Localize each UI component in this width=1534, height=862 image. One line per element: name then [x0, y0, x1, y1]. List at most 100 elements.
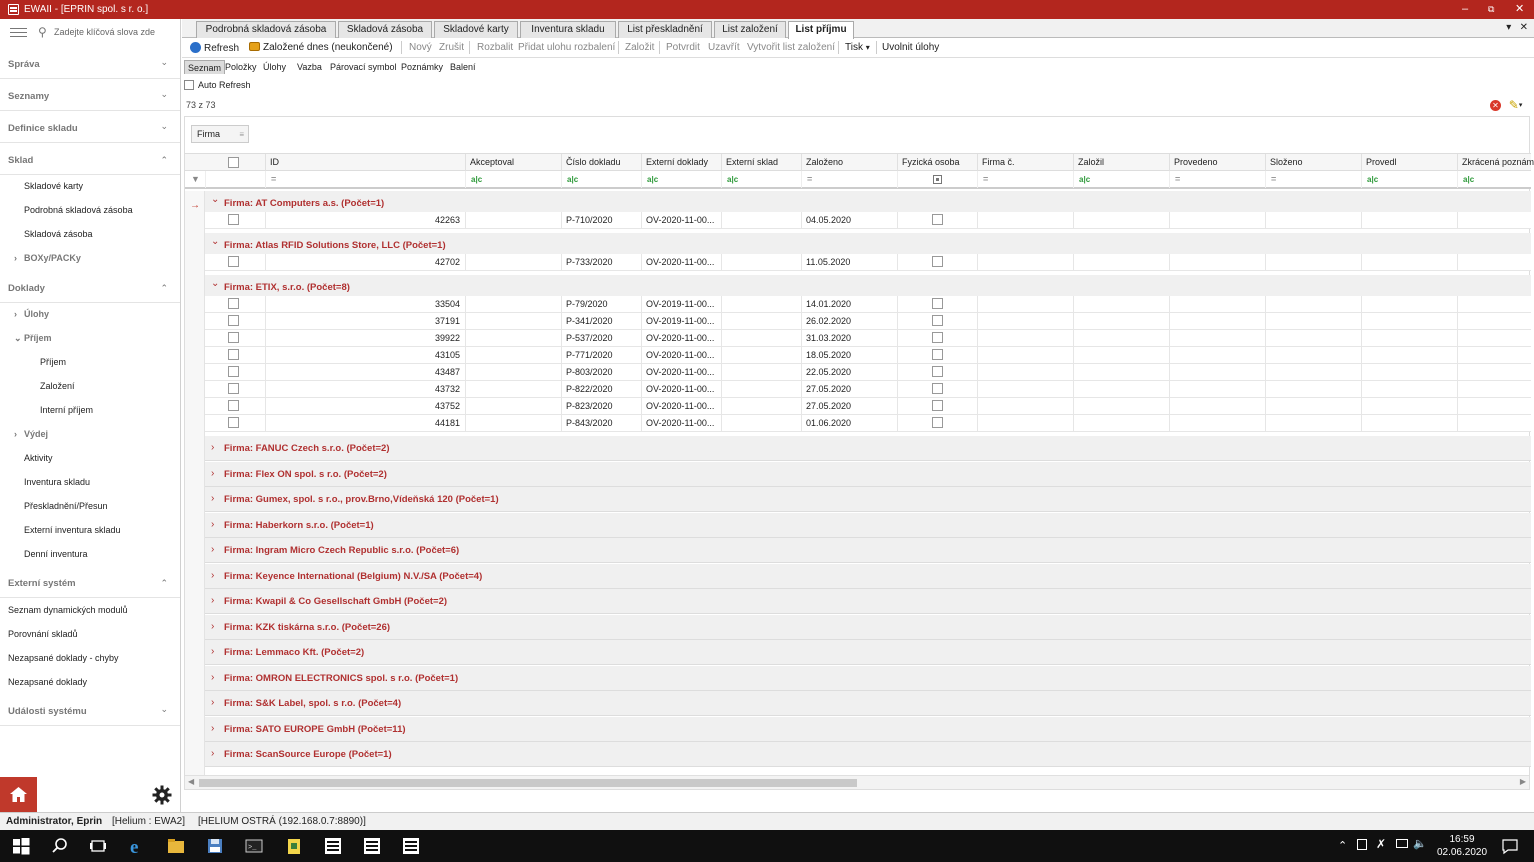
windows-start-icon[interactable]: [11, 836, 31, 856]
table-row[interactable]: 39922 P-537/2020 OV-2020-11-00... 31.03.202…: [205, 330, 1531, 347]
tab-list-prijmu[interactable]: List příjmu: [788, 21, 854, 39]
tab-podrobna-skladova-zasoba[interactable]: Podrobná skladová zásoba: [196, 21, 336, 38]
zalozit-button[interactable]: Založit: [625, 42, 654, 53]
expand-chevron-icon[interactable]: ›: [211, 570, 214, 581]
collapse-chevron-icon[interactable]: ⌄: [211, 278, 219, 289]
subtab-seznam[interactable]: Seznam: [184, 60, 226, 74]
column-header[interactable]: Externí doklady: [641, 154, 721, 171]
ewa-app-icon[interactable]: [401, 836, 421, 856]
restore-icon[interactable]: ⧉: [1488, 3, 1494, 15]
vytvorit-list-button[interactable]: Vytvořit list založení: [747, 42, 835, 53]
sidebar-item-nezapsane-doklady[interactable]: Nezapsané doklady: [8, 677, 87, 687]
sidebar-item-aktivity[interactable]: Aktivity: [24, 453, 53, 463]
table-row[interactable]: 33504 P-79/2020 OV-2019-11-00... 14.01.2020: [205, 296, 1531, 313]
refresh-button[interactable]: Refresh: [190, 42, 239, 54]
minimize-icon[interactable]: –: [1462, 3, 1468, 15]
table-row[interactable]: 42263 P-710/2020 OV-2020-11-00... 04.05.202…: [205, 212, 1531, 229]
sidebar-item-porovnani-skladu[interactable]: Porovnání skladů: [8, 629, 78, 639]
notes-app-icon[interactable]: [284, 836, 304, 856]
sidebar-item-prijem[interactable]: Příjem: [40, 357, 66, 367]
tray-network-error-icon[interactable]: ✗: [1376, 837, 1386, 851]
file-explorer-icon[interactable]: [166, 836, 186, 856]
group-row[interactable]: › Firma: Kwapil & Co Gesellschaft GmbH (P…: [205, 589, 1531, 614]
expand-chevron-icon[interactable]: ›: [211, 646, 214, 657]
subtab-vazba[interactable]: Vazba: [294, 60, 325, 74]
section-udalosti-systemu[interactable]: Události systému ⌄: [0, 694, 180, 726]
section-doklady[interactable]: Doklady ⌃: [0, 271, 180, 303]
row-select-checkbox[interactable]: [228, 315, 239, 326]
row-select-checkbox[interactable]: [228, 400, 239, 411]
expand-chevron-icon[interactable]: ›: [211, 697, 214, 708]
save-disk-icon[interactable]: [205, 836, 225, 856]
group-row[interactable]: › Firma: Haberkorn s.r.o. (Počet=1): [205, 512, 1531, 538]
expand-chevron-icon[interactable]: ›: [211, 672, 214, 683]
column-filter-cell[interactable]: =: [1169, 171, 1265, 188]
column-filter-cell[interactable]: a|c: [1361, 171, 1457, 188]
sidebar-item-inventura-skladu[interactable]: Inventura skladu: [24, 477, 90, 487]
sidebar-item-skladova-zasoba[interactable]: Skladová zásoba: [24, 229, 93, 239]
tab-list-dropdown-icon[interactable]: ▾: [1506, 22, 1511, 33]
table-row[interactable]: 44181 P-843/2020 OV-2020-11-00... 01.06.202…: [205, 415, 1531, 432]
gear-icon[interactable]: [152, 785, 172, 805]
fyzicka-osoba-checkbox[interactable]: [932, 417, 943, 428]
sidebar-item-externi-inventura[interactable]: Externí inventura skladu: [24, 525, 121, 535]
group-row[interactable]: › Firma: Flex ON spol. s r.o. (Počet=2): [205, 461, 1531, 487]
group-row[interactable]: › Firma: Keyence International (Belgium) …: [205, 563, 1531, 589]
row-select-checkbox[interactable]: [228, 298, 239, 309]
sidebar-item-ulohy[interactable]: › Úlohy: [14, 309, 49, 319]
group-row[interactable]: › Firma: KZK tiskárna s.r.o. (Počet=26): [205, 614, 1531, 640]
section-definice-skladu[interactable]: Definice skladu ⌄: [0, 111, 180, 143]
close-icon[interactable]: ✕: [1515, 3, 1524, 15]
fyzicka-osoba-checkbox[interactable]: [932, 332, 943, 343]
tab-inventura-skladu[interactable]: Inventura skladu: [520, 21, 616, 38]
column-header[interactable]: Založil: [1073, 154, 1169, 171]
sidebar-item-prijem-group[interactable]: ⌄ Příjem: [14, 333, 52, 343]
section-sprava[interactable]: Správa ⌄: [0, 47, 180, 79]
scroll-left-icon[interactable]: ◀: [188, 777, 194, 786]
group-row[interactable]: › Firma: OMRON ELECTRONICS spol. s r.o. (…: [205, 665, 1531, 691]
dropdown-arrow-icon[interactable]: ▾: [1519, 102, 1523, 109]
column-filter-cell[interactable]: =: [801, 171, 897, 188]
expand-chevron-icon[interactable]: ›: [211, 442, 214, 453]
tab-list-preskladneni[interactable]: List přeskladnění: [618, 21, 712, 38]
column-header[interactable]: Firma č.: [977, 154, 1073, 171]
column-header[interactable]: ID: [265, 154, 465, 171]
expand-chevron-icon[interactable]: ›: [211, 723, 214, 734]
tray-volume-icon[interactable]: 🔈: [1413, 837, 1427, 850]
tab-skladova-zasoba[interactable]: Skladová zásoba: [338, 21, 432, 38]
edit-pencil-icon[interactable]: ✎: [1509, 98, 1519, 112]
section-externi-system[interactable]: Externí systém ⌃: [0, 566, 180, 598]
group-row[interactable]: › Firma: Gumex, spol. s r.o., prov.Brno,V…: [205, 487, 1531, 512]
group-row[interactable]: › Firma: Lemmaco Kft. (Počet=2): [205, 640, 1531, 665]
tab-list-zalozeni[interactable]: List založení: [714, 21, 786, 38]
home-button[interactable]: [0, 777, 37, 812]
collapse-chevron-icon[interactable]: ⌄: [211, 194, 219, 205]
system-clock[interactable]: 16:59 02.06.2020: [1430, 833, 1494, 859]
uzavrit-button[interactable]: Uzavřít: [708, 42, 740, 53]
expand-chevron-icon[interactable]: ›: [211, 748, 214, 759]
fyzicka-osoba-checkbox[interactable]: [932, 315, 943, 326]
table-row[interactable]: 43752 P-823/2020 OV-2020-11-00... 27.05.202…: [205, 398, 1531, 415]
subtab-ulohy[interactable]: Úlohy: [260, 60, 289, 74]
column-filter-cell[interactable]: a|c: [721, 171, 801, 188]
expand-chevron-icon[interactable]: ›: [211, 595, 214, 606]
ewa-app-icon[interactable]: [362, 836, 382, 856]
zrusit-button[interactable]: Zrušit: [439, 42, 464, 53]
table-row[interactable]: 37191 P-341/2020 OV-2019-11-00... 26.02.202…: [205, 313, 1531, 330]
ewa-app-icon[interactable]: [323, 836, 343, 856]
collapse-chevron-icon[interactable]: ⌄: [211, 236, 219, 247]
column-filter-cell[interactable]: =: [977, 171, 1073, 188]
column-filter-cell[interactable]: a|c: [465, 171, 561, 188]
table-row[interactable]: 43487 P-803/2020 OV-2020-11-00... 22.05.202…: [205, 364, 1531, 381]
table-row[interactable]: 43732 P-822/2020 OV-2020-11-00... 27.05.202…: [205, 381, 1531, 398]
search-icon[interactable]: [50, 836, 70, 856]
column-filter-cell[interactable]: a|c: [1073, 171, 1169, 188]
tray-window-icon[interactable]: [1357, 839, 1367, 850]
sidebar-item-vydej[interactable]: › Výdej: [14, 429, 48, 439]
column-header[interactable]: Zkrácená poznámk: [1457, 154, 1534, 171]
column-header[interactable]: Externí sklad: [721, 154, 801, 171]
expand-chevron-icon[interactable]: ›: [211, 493, 214, 504]
column-header[interactable]: Provedl: [1361, 154, 1457, 171]
expand-chevron-icon[interactable]: ›: [211, 468, 214, 479]
sidebar-item-nezapsane-chyby[interactable]: Nezapsané doklady - chyby: [8, 653, 119, 663]
